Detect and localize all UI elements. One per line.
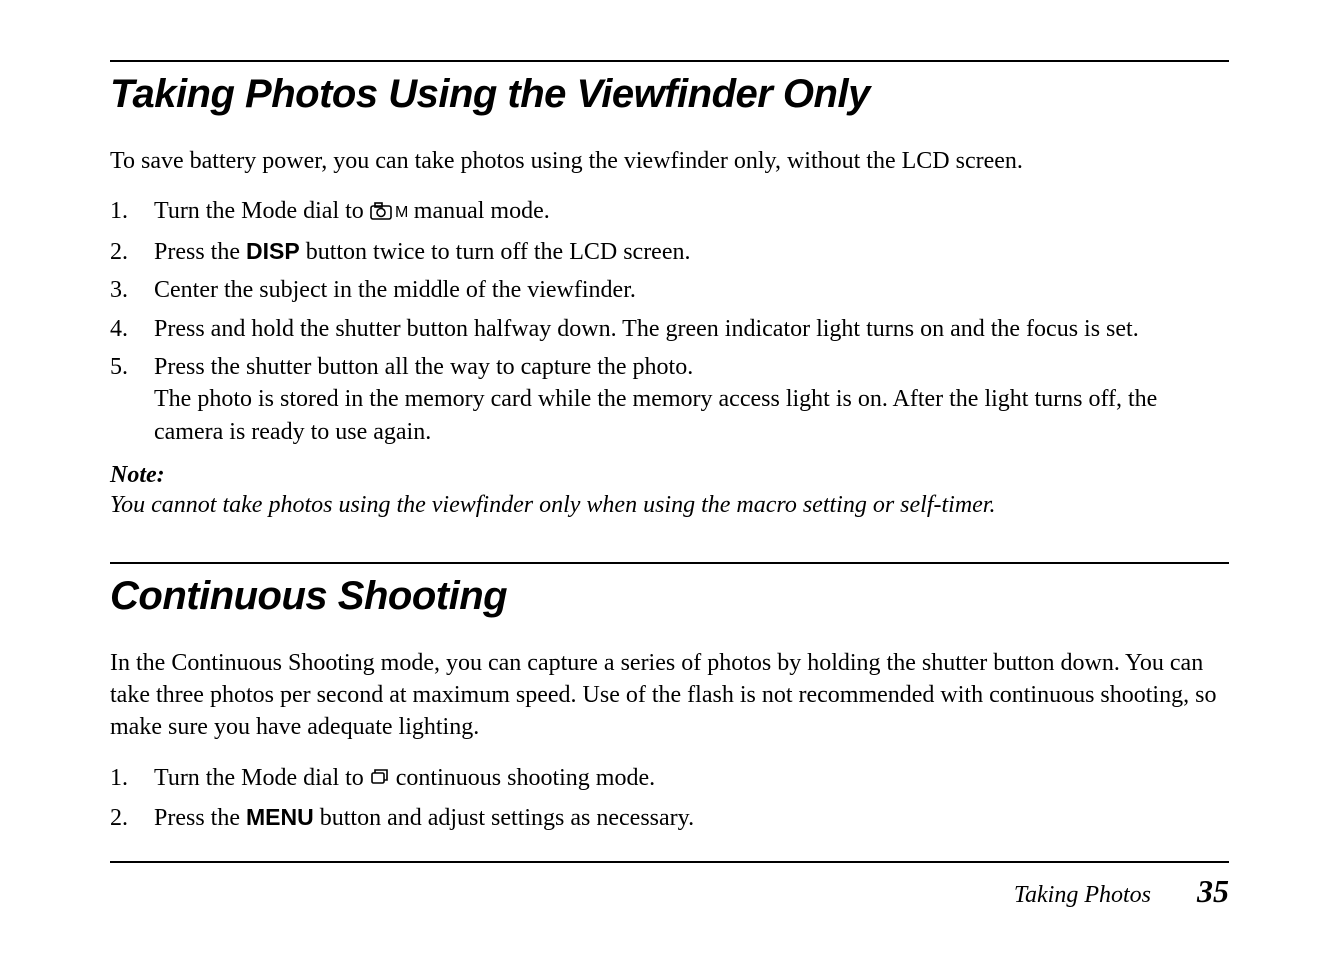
- footer-rule: [110, 861, 1229, 863]
- section-title-continuous: Continuous Shooting: [110, 574, 1229, 619]
- section2: Continuous Shooting In the Continuous Sh…: [110, 562, 1229, 835]
- text-fragment: Press the: [154, 239, 246, 265]
- disp-button-label: DISP: [246, 238, 300, 264]
- section1-intro: To save battery power, you can take phot…: [110, 145, 1229, 177]
- step-text: Turn the Mode dial to continuous shootin…: [154, 762, 1229, 796]
- text-fragment: button twice to turn off the LCD screen.: [300, 239, 691, 265]
- text-fragment: Press the shutter button all the way to …: [154, 351, 1229, 383]
- section-rule: [110, 562, 1229, 564]
- step-text: Turn the Mode dial to M manual mode.: [154, 195, 1229, 229]
- continuous-shooting-icon: [370, 764, 390, 796]
- text-fragment: button and adjust settings as necessary.: [314, 805, 694, 831]
- page-footer: Taking Photos 35: [110, 861, 1229, 910]
- text-fragment: Turn the Mode dial to: [154, 765, 370, 791]
- step-number: 2.: [110, 802, 154, 834]
- text-fragment: Press the: [154, 805, 246, 831]
- step-number: 4.: [110, 313, 154, 345]
- section-title-viewfinder: Taking Photos Using the Viewfinder Only: [110, 72, 1229, 117]
- step-text: Press the MENU button and adjust setting…: [154, 802, 1229, 834]
- step-text: Center the subject in the middle of the …: [154, 274, 1229, 306]
- section2-intro: In the Continuous Shooting mode, you can…: [110, 647, 1229, 744]
- camera-m-icon: M: [370, 197, 408, 229]
- text-fragment: Turn the Mode dial to: [154, 198, 370, 224]
- svg-text:M: M: [395, 204, 408, 220]
- step-item: 2. Press the MENU button and adjust sett…: [110, 802, 1229, 834]
- text-fragment: manual mode.: [408, 198, 550, 224]
- section2-steps: 1. Turn the Mode dial to continuous shoo…: [110, 762, 1229, 835]
- step-number: 5.: [110, 351, 154, 448]
- note-text: You cannot take photos using the viewfin…: [110, 489, 1229, 521]
- document-page: Taking Photos Using the Viewfinder Only …: [0, 0, 1339, 954]
- text-fragment: continuous shooting mode.: [390, 765, 655, 791]
- step-item: 1. Turn the Mode dial to M manual mode.: [110, 195, 1229, 229]
- step-item: 4. Press and hold the shutter button hal…: [110, 313, 1229, 345]
- step-item: 2. Press the DISP button twice to turn o…: [110, 236, 1229, 268]
- menu-button-label: MENU: [246, 804, 314, 830]
- step-text: Press and hold the shutter button halfwa…: [154, 313, 1229, 345]
- step-item: 1. Turn the Mode dial to continuous shoo…: [110, 762, 1229, 796]
- step-number: 1.: [110, 762, 154, 796]
- step-number: 1.: [110, 195, 154, 229]
- section1-steps: 1. Turn the Mode dial to M manual mode. …: [110, 195, 1229, 448]
- note-label: Note:: [110, 462, 1229, 489]
- step-item: 3. Center the subject in the middle of t…: [110, 274, 1229, 306]
- section-rule: [110, 60, 1229, 62]
- footer-page-number: 35: [1197, 873, 1229, 910]
- step-text: Press the shutter button all the way to …: [154, 351, 1229, 448]
- step-text: Press the DISP button twice to turn off …: [154, 236, 1229, 268]
- step-number: 2.: [110, 236, 154, 268]
- footer-section-name: Taking Photos: [1014, 882, 1151, 909]
- footer-row: Taking Photos 35: [110, 873, 1229, 910]
- step-number: 3.: [110, 274, 154, 306]
- step-item: 5. Press the shutter button all the way …: [110, 351, 1229, 448]
- text-fragment: The photo is stored in the memory card w…: [154, 383, 1229, 448]
